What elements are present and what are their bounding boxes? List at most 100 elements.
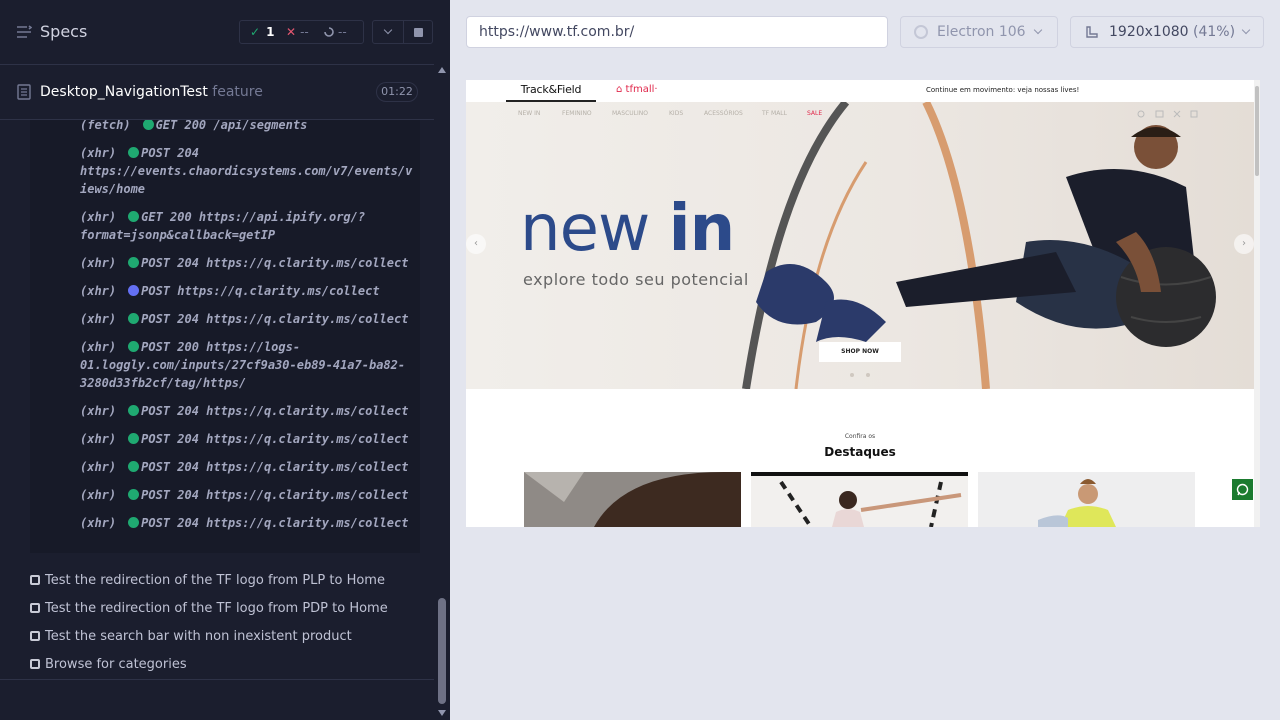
test-item[interactable]: Test the redirection of the TF logo from… [30,573,385,588]
test-item[interactable]: Browse for categories [30,657,187,672]
viewport-select[interactable]: 1920x1080 (41%) [1070,16,1264,48]
app-preview: Track&Field ⌂ tfmall· Continue em movime… [466,80,1260,527]
url-field[interactable]: https://www.tf.com.br/ [466,16,888,48]
specs-list-toggle-icon[interactable] [16,24,32,40]
pending-icon [324,27,334,37]
reporter-scrollbar[interactable] [435,64,450,720]
specs-title[interactable]: Specs [40,22,87,41]
log-message: GET 200 /api/segments [155,120,308,132]
log-entry[interactable]: (xhr) POST 204 https://q.clarity.ms/colle… [80,310,420,328]
passed-count: ✓ 1 [250,25,275,39]
status-dot-icon [128,405,140,416]
log-type: (xhr) [80,340,117,354]
reporter-panel: Specs ✓ 1 ✕ -- -- Desktop_NavigationTest f… [0,0,450,720]
specs-header: Specs ✓ 1 ✕ -- -- [0,0,450,64]
test-stats: ✓ 1 ✕ -- -- [239,20,364,44]
status-dot-icon [128,489,140,500]
scroll-up-icon[interactable] [438,67,446,73]
electron-icon [914,25,928,39]
carousel-prev-icon[interactable]: ‹ [466,234,486,254]
log-entry[interactable]: (xhr) POST 204 https://q.clarity.ms/colle… [80,458,420,476]
carousel-dot[interactable] [866,373,870,377]
tab-tfmall[interactable]: ⌂ tfmall· [616,84,658,95]
log-entry[interactable]: (xhr) POST 200 https://logs- 01.loggly.com… [80,338,420,392]
log-type: (xhr) [80,488,117,502]
chevron-down-icon [1033,25,1043,35]
log-message: POST 204 https://q.clarity.ms/collect [141,516,409,530]
test-status-icon [30,631,40,641]
spec-file-header[interactable]: Desktop_NavigationTest feature 01:22 [0,64,434,120]
log-entry[interactable]: (xhr) POST 204 https://q.clarity.ms/colle… [80,402,420,420]
log-message: POST 204 https://q.clarity.ms/collect [141,404,409,418]
log-type: (xhr) [80,256,117,270]
log-type: (xhr) [80,432,117,446]
log-entry[interactable]: (xhr) GET 200 https://api.ipify.org/? form… [80,208,420,244]
log-message: POST 204 https://q.clarity.ms/collect [141,432,409,446]
x-icon: ✕ [286,25,297,39]
log-type: (xhr) [80,516,117,530]
log-message: POST 204 https://q.clarity.ms/collect [141,312,409,326]
test-item[interactable]: Test the search bar with non inexistent … [30,629,352,644]
hero-subtitle: explore todo seu potencial [523,270,749,289]
log-message: format=jsonp&callback=getIP [80,228,276,242]
log-type: (xhr) [80,312,117,326]
section-title: Destaques [824,445,896,459]
log-message: 3280d33fb2cf/tag/https/ [80,376,247,390]
log-message: iews/home [80,182,146,196]
hero-title: new in [520,192,735,266]
log-entry[interactable]: (xhr) POST https://q.clarity.ms/collect [80,282,420,300]
log-type: (fetch) [80,120,131,132]
whatsapp-button[interactable] [1232,479,1253,500]
log-message: POST 200 https://logs- [141,340,301,354]
log-type: (xhr) [80,404,117,418]
promo-banner-text[interactable]: Continue em movimento: veja nossas lives… [926,86,1079,94]
browser-select[interactable]: Electron 106 [900,16,1058,48]
tab-trackfield[interactable]: Track&Field [506,80,596,102]
status-dot-icon [128,211,140,222]
pending-count: -- [324,25,347,39]
status-dot-icon [128,147,140,158]
log-entry[interactable]: (xhr) POST 204 https://events.chaordicsyst… [80,144,420,198]
stop-button[interactable] [403,20,433,44]
log-type: (xhr) [80,284,117,298]
log-message: POST 204 [141,146,199,160]
status-dot-icon [128,517,140,528]
hero-banner[interactable]: NEW IN FEMININO MASCULINO KIDS ACESSÓRIO… [466,102,1254,389]
scroll-down-icon[interactable] [438,710,446,716]
log-message: POST 204 https://q.clarity.ms/collect [141,488,409,502]
log-message: POST https://q.clarity.ms/collect [141,284,380,298]
status-dot-icon [128,313,140,324]
status-dot-icon [128,285,140,296]
document-icon [17,84,31,100]
spec-file-name: Desktop_NavigationTest feature [40,84,263,100]
log-type: (xhr) [80,460,117,474]
app-scrollbar[interactable] [1254,80,1260,527]
carousel-dot[interactable] [850,373,854,377]
test-item[interactable]: Test the redirection of the TF logo from… [30,601,388,616]
log-entry[interactable]: (xhr) POST 204 https://q.clarity.ms/colle… [80,486,420,504]
log-entry[interactable]: (xhr) POST 204 https://q.clarity.ms/colle… [80,514,420,532]
scrollbar-thumb[interactable] [438,598,446,704]
run-options-button[interactable] [372,20,404,44]
status-dot-icon [128,461,140,472]
status-dot-icon [128,257,140,268]
log-entry[interactable]: (fetch) GET 200 /api/segments [80,120,420,134]
test-status-icon [30,659,40,669]
highlight-card[interactable] [524,472,741,527]
log-entry[interactable]: (xhr) POST 204 https://q.clarity.ms/colle… [80,430,420,448]
shop-now-button[interactable]: SHOP NOW [819,342,901,362]
log-entry[interactable]: (xhr) POST 204 https://q.clarity.ms/colle… [80,254,420,272]
log-message: POST 204 https://q.clarity.ms/collect [141,256,409,270]
card-image [751,472,968,527]
status-dot-icon [142,120,154,130]
app-scrollbar-thumb[interactable] [1255,86,1259,176]
highlight-card[interactable] [751,472,968,527]
ruler-icon [1086,26,1098,38]
site-topbar: Track&Field ⌂ tfmall· Continue em movime… [466,80,1254,102]
highlight-card[interactable] [978,472,1195,527]
carousel-next-icon[interactable]: › [1234,234,1254,254]
check-icon: ✓ [250,25,261,39]
whatsapp-icon [1236,483,1249,496]
stop-icon [414,28,423,37]
log-type: (xhr) [80,210,117,224]
